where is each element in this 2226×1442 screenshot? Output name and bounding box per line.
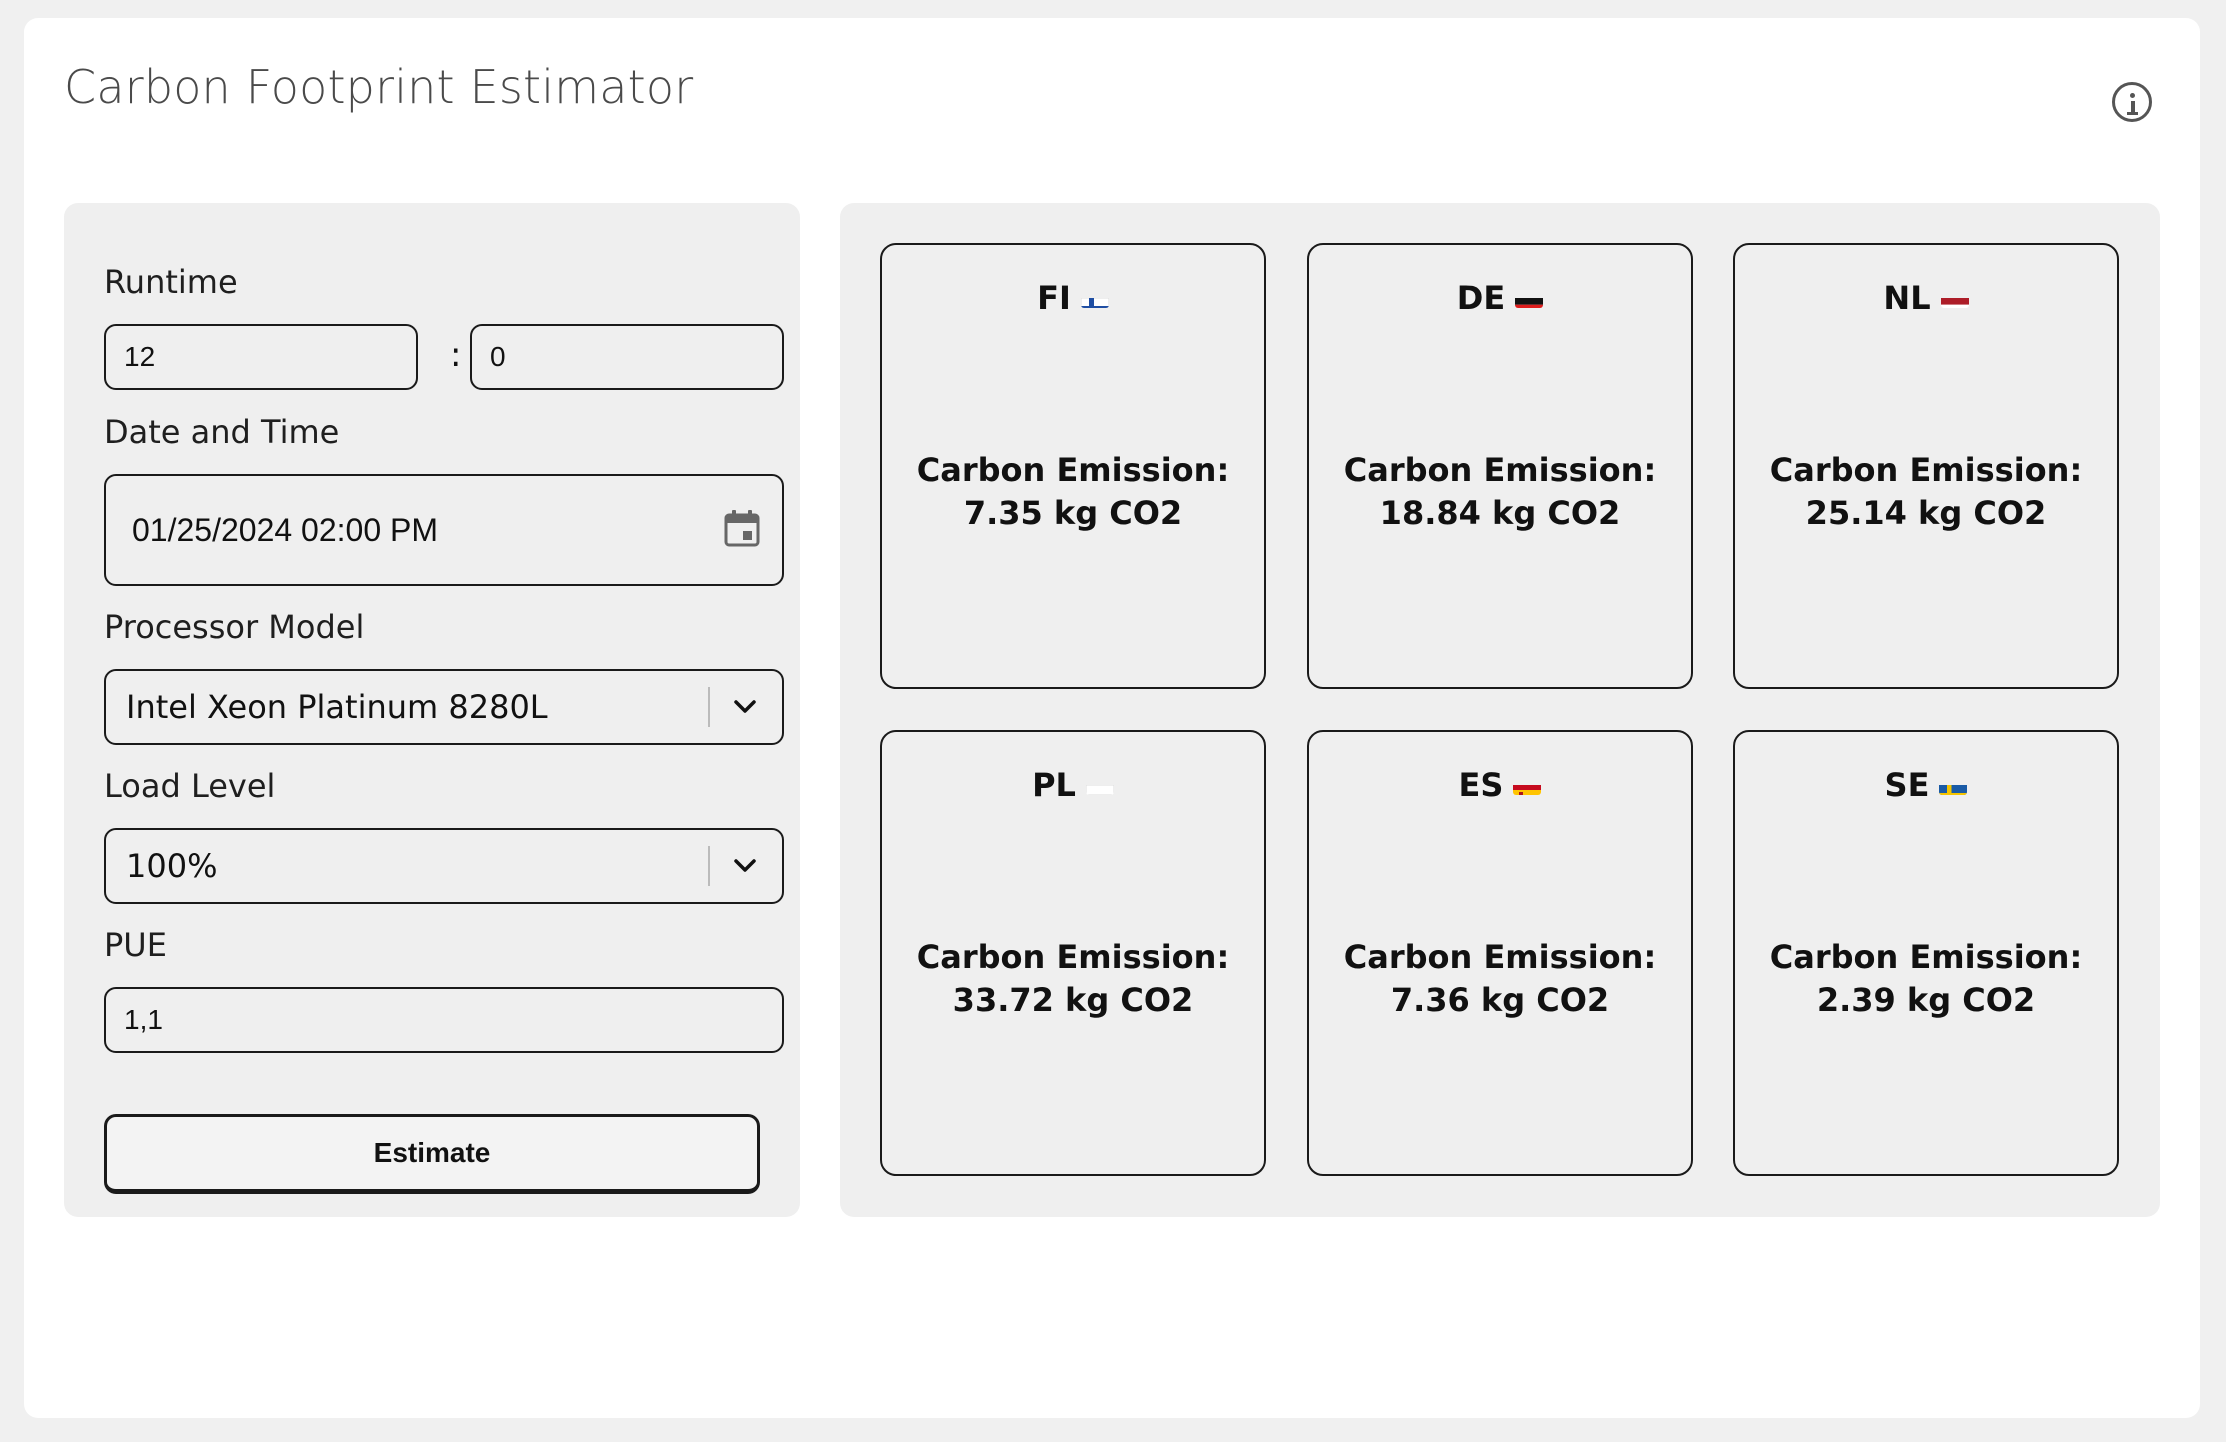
- country-code: PL: [1032, 766, 1076, 804]
- emission-value: 18.84 kg CO2: [1379, 494, 1621, 532]
- runtime-hours-input-box[interactable]: [104, 324, 418, 390]
- spain-flag-icon: [1513, 775, 1542, 795]
- select-divider: [708, 687, 710, 727]
- processor-label: Processor Model: [104, 608, 365, 646]
- load-level-select[interactable]: 100%: [104, 828, 784, 904]
- emission-label: Carbon Emission:: [1769, 938, 2083, 976]
- country-code: ES: [1458, 766, 1504, 804]
- estimate-button[interactable]: Estimate: [104, 1114, 760, 1194]
- emission-label: Carbon Emission:: [1769, 451, 2083, 489]
- info-icon-foot: [2127, 112, 2138, 115]
- processor-selected-value: Intel Xeon Platinum 8280L: [126, 688, 548, 726]
- emission-value: 7.36 kg CO2: [1390, 981, 1610, 1019]
- result-card-se: SE Carbon Emission: 2.39 kg CO2: [1733, 730, 2119, 1176]
- country-heading: NL: [1735, 279, 2117, 317]
- processor-select[interactable]: Intel Xeon Platinum 8280L: [104, 669, 784, 745]
- load-level-selected-value: 100%: [126, 847, 218, 885]
- datetime-label: Date and Time: [104, 413, 340, 451]
- load-level-label: Load Level: [104, 767, 276, 805]
- sweden-flag-icon: [1939, 775, 1968, 795]
- result-card-es: ES Carbon Emission: 7.36 kg CO2: [1307, 730, 1693, 1176]
- runtime-hours-input[interactable]: [124, 341, 416, 373]
- country-heading: DE: [1309, 279, 1691, 317]
- netherlands-flag-icon: [1940, 288, 1969, 308]
- runtime-separator: :: [450, 335, 462, 375]
- country-heading: PL: [882, 766, 1264, 804]
- chevron-down-icon[interactable]: [732, 856, 758, 876]
- emission-label: Carbon Emission:: [1343, 451, 1657, 489]
- finland-flag-icon: [1080, 288, 1109, 308]
- emission-value: 33.72 kg CO2: [952, 981, 1194, 1019]
- emission-label: Carbon Emission:: [916, 451, 1230, 489]
- germany-flag-icon: [1515, 288, 1544, 308]
- emission-value: 25.14 kg CO2: [1805, 494, 2047, 532]
- runtime-minutes-input[interactable]: [490, 341, 782, 373]
- poland-flag-icon: [1085, 775, 1114, 795]
- page-title: Carbon Footprint Estimator: [64, 60, 694, 114]
- results-panel: FI Carbon Emission: 7.35 kg CO2 DE Carbo…: [840, 203, 2160, 1217]
- calendar-icon[interactable]: [724, 509, 760, 547]
- emission-value: 2.39 kg CO2: [1816, 981, 2036, 1019]
- country-code: SE: [1884, 766, 1930, 804]
- datetime-field[interactable]: [104, 474, 784, 586]
- pue-input[interactable]: [124, 1004, 782, 1036]
- emission-label: Carbon Emission:: [1343, 938, 1657, 976]
- emission-value: 7.35 kg CO2: [963, 494, 1183, 532]
- country-heading: ES: [1309, 766, 1691, 804]
- result-card-nl: NL Carbon Emission: 25.14 kg CO2: [1733, 243, 2119, 689]
- country-code: DE: [1456, 279, 1506, 317]
- runtime-minutes-input-box[interactable]: [470, 324, 784, 390]
- estimator-form: Runtime : Date and Time Processor Model …: [64, 203, 800, 1217]
- emission-label: Carbon Emission:: [916, 938, 1230, 976]
- pue-label: PUE: [104, 926, 167, 964]
- chevron-down-icon[interactable]: [732, 697, 758, 717]
- result-card-pl: PL Carbon Emission: 33.72 kg CO2: [880, 730, 1266, 1176]
- country-code: NL: [1883, 279, 1931, 317]
- runtime-label: Runtime: [104, 263, 238, 301]
- select-divider: [708, 846, 710, 886]
- country-heading: FI: [882, 279, 1264, 317]
- country-heading: SE: [1735, 766, 2117, 804]
- info-icon-dot: [2130, 93, 2135, 98]
- pue-input-box[interactable]: [104, 987, 784, 1053]
- datetime-input[interactable]: [132, 511, 782, 549]
- result-card-de: DE Carbon Emission: 18.84 kg CO2: [1307, 243, 1693, 689]
- result-card-fi: FI Carbon Emission: 7.35 kg CO2: [880, 243, 1266, 689]
- info-icon[interactable]: [2112, 82, 2152, 122]
- country-code: FI: [1037, 279, 1071, 317]
- main-card: Carbon Footprint Estimator Runtime : Dat…: [24, 18, 2200, 1418]
